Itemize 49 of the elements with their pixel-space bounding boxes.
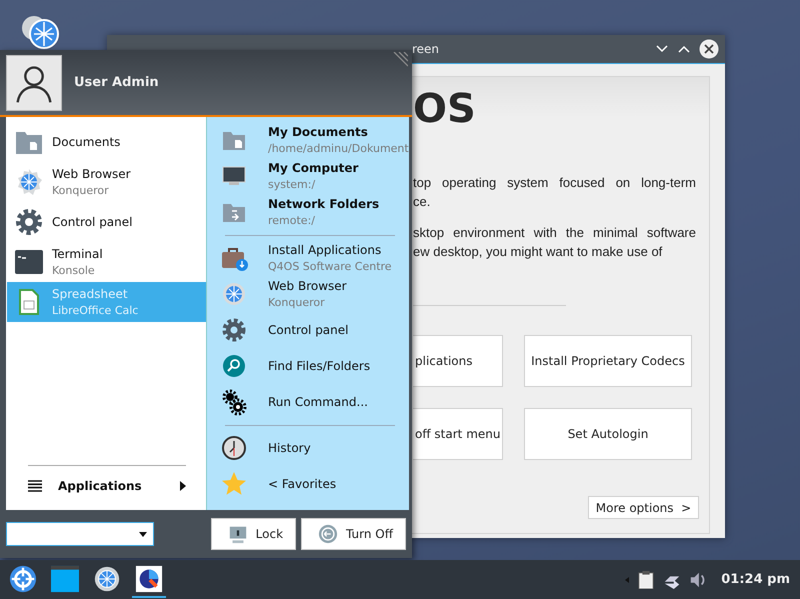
item-icon [220,280,248,308]
menu-item[interactable]: Run Command... [207,384,409,420]
menu-item[interactable]: My Documents /home/adminu/Dokument [207,122,409,158]
paragraph-line: top operating system focused on long-term [413,174,696,192]
option-button[interactable]: plications [413,335,503,387]
item-icon [220,352,248,380]
paragraph-line: ew desktop, you might want to make use of [413,243,664,261]
option-button[interactable]: Set Autologin [524,408,692,460]
item-icon [220,434,248,462]
item-icon [220,316,248,344]
menu-icon [28,480,42,492]
menu-item[interactable]: Network Folders remote:/ [207,194,409,230]
recent-item[interactable]: Terminal Konsole [7,242,206,282]
window-title: reen [412,42,440,56]
volume-icon[interactable] [689,570,708,588]
paragraph-line: ce. [413,193,432,211]
app-icon [15,208,43,236]
user-name: User Admin [74,75,159,90]
paragraph-line: sktop environment with the minimal software [413,224,696,242]
close-icon[interactable] [699,39,719,59]
menu-item[interactable]: Find Files/Folders [207,348,409,384]
heading: OS [413,85,477,133]
caret-icon[interactable] [139,532,147,536]
item-icon [220,388,248,416]
more-options-button[interactable]: More options > [588,496,699,519]
clock[interactable]: 01:24 pm [721,572,790,587]
lock-button[interactable]: Lock [210,518,296,550]
menu-item[interactable]: Web Browser Konqueror [207,276,409,312]
app-icon [15,168,43,196]
option-button[interactable]: Install Proprietary Codecs [524,335,692,387]
recent-item[interactable]: Documents [7,122,206,162]
recent-item[interactable]: Control panel [7,202,206,242]
menu-item[interactable]: Control panel [207,312,409,348]
menu-item[interactable]: Install Applications Q4OS Software Centre [207,240,409,276]
clipboard-icon[interactable] [637,570,656,588]
search-field[interactable] [6,522,154,546]
turn-off-button[interactable]: Turn Off [301,518,406,550]
menu-item[interactable]: History [207,430,409,466]
lock-screen-icon [228,524,248,544]
menu-item[interactable]: My Computer system:/ [207,158,409,194]
applications-menu[interactable]: Applications [6,466,206,506]
power-icon [318,524,338,544]
option-button[interactable]: off start menu [413,408,503,460]
menu-item[interactable]: < Favorites [207,466,409,502]
resize-grip-icon[interactable] [392,52,408,68]
submenu-arrow-icon [180,481,186,491]
recent-item[interactable]: Web Browser Konqueror [7,162,206,202]
app-icon [15,248,43,276]
avatar-icon [6,54,62,110]
